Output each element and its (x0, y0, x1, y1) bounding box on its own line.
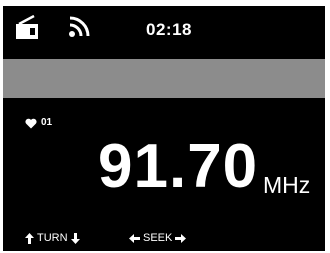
arrow-up-icon (25, 233, 34, 244)
arrow-right-icon (175, 234, 187, 243)
station-name-bar (3, 59, 325, 98)
turn-hint: TURN (25, 233, 80, 244)
radio-display: 02:18 01 91.70 MHz TURN SEEK (3, 6, 325, 251)
frequency-unit: MHz (263, 172, 311, 198)
turn-label: TURN (37, 232, 68, 244)
heart-icon (25, 118, 37, 129)
preset-number: 01 (41, 117, 53, 128)
radio-icon (16, 15, 38, 39)
frequency-value: 91.70 (98, 132, 259, 201)
clock-time: 02:18 (146, 20, 192, 39)
arrow-down-icon (70, 233, 80, 244)
arrow-left-icon (129, 234, 140, 243)
seek-label: SEEK (143, 232, 173, 244)
signal-icon (69, 16, 90, 37)
seek-hint: SEEK (129, 232, 187, 244)
